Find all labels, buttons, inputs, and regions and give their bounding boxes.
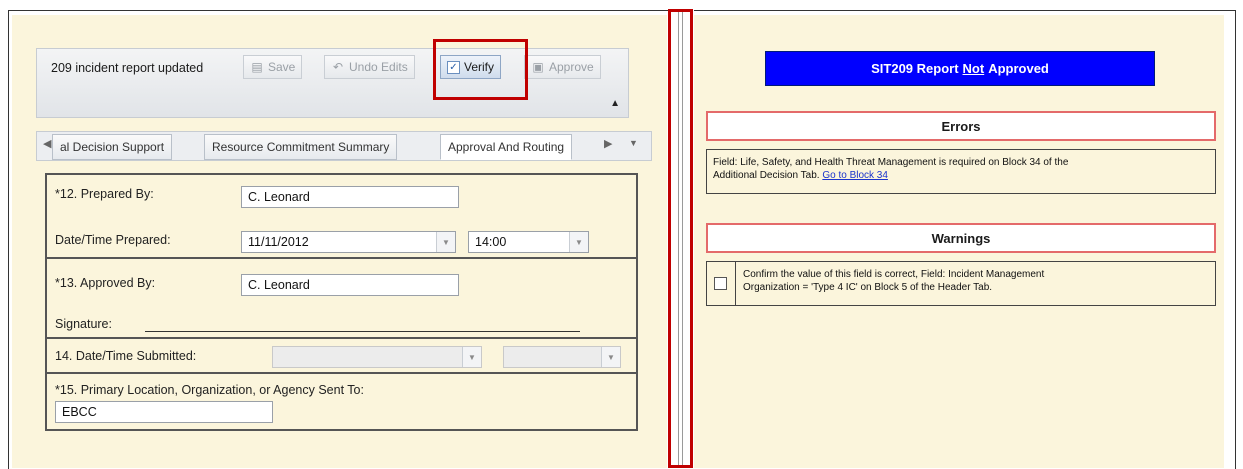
prepared-by-label: *12. Prepared By: (55, 187, 154, 201)
tab-scroll-left-icon[interactable]: ◀ (43, 137, 51, 150)
errors-header: Errors (706, 111, 1216, 141)
tab-list-dropdown-icon[interactable]: ▼ (629, 138, 638, 148)
splitter-highlight-box (668, 9, 693, 468)
time-prepared-value: 14:00 (475, 235, 507, 249)
confirm-warning-checkbox[interactable] (714, 277, 727, 290)
status-message: 209 incident report updated (51, 61, 204, 75)
error-line-2: Additional Decision Tab. Go to Block 34 (713, 169, 1209, 182)
warning-checkbox-cell (707, 262, 736, 305)
error-line-2-text: Additional Decision Tab. (713, 170, 820, 181)
row-divider (47, 372, 636, 374)
date-prepared-select[interactable]: 11/11/2012 ▼ (241, 231, 456, 253)
warning-line-1: Confirm the value of this field is corre… (743, 269, 1045, 280)
undo-label: Undo Edits (349, 60, 408, 74)
tab-approval-and-routing[interactable]: Approval And Routing (440, 134, 573, 160)
banner-text: SIT209 Report (871, 61, 959, 76)
warnings-header: Warnings (706, 223, 1216, 253)
time-submitted-dropdown-icon[interactable]: ▼ (601, 347, 620, 367)
error-message: Field: Life, Safety, and Health Threat M… (706, 149, 1216, 194)
tab-additional-decision-support[interactable]: al Decision Support (52, 134, 173, 160)
time-dropdown-icon[interactable]: ▼ (569, 232, 588, 252)
undo-icon: ↶ (332, 60, 344, 74)
warning-line-2: Organization = 'Type 4 IC' on Block 5 of… (743, 282, 993, 293)
warning-text: Confirm the value of this field is corre… (743, 268, 1044, 294)
time-prepared-select[interactable]: 14:00 ▼ (468, 231, 589, 253)
approved-by-label: *13. Approved By: (55, 276, 156, 290)
primary-location-label: *15. Primary Location, Organization, or … (55, 383, 364, 397)
approved-by-input[interactable]: C. Leonard (241, 274, 459, 296)
date-dropdown-icon[interactable]: ▼ (436, 232, 455, 252)
verify-highlight-box (433, 39, 528, 100)
date-submitted-select[interactable]: ▼ (272, 346, 482, 368)
save-label: Save (268, 60, 296, 74)
banner-not-text: Not (962, 61, 985, 76)
date-prepared-value: 11/11/2012 (248, 235, 309, 249)
banner-approved-text: Approved (988, 61, 1049, 76)
row-divider (47, 257, 636, 259)
row-divider (47, 337, 636, 339)
approve-icon: ▣ (532, 60, 544, 74)
save-icon: ▤ (251, 60, 263, 74)
approve-label: Approve (549, 60, 594, 74)
report-toolbar: 209 incident report updated ▤ Save ↶ Und… (36, 48, 629, 118)
go-to-block-link[interactable]: Go to Block 34 (822, 170, 888, 181)
date-submitted-label: 14. Date/Time Submitted: (55, 349, 197, 363)
signature-line (145, 331, 580, 332)
primary-location-input[interactable]: EBCC (55, 401, 273, 423)
report-status-banner: SIT209 Report Not Approved (765, 51, 1155, 86)
tab-resource-commitment-summary[interactable]: Resource Commitment Summary (204, 134, 398, 160)
tab-bar: ◀ al Decision Support Resource Commitmen… (36, 131, 652, 161)
signature-label: Signature: (55, 317, 112, 331)
error-line-1: Field: Life, Safety, and Health Threat M… (713, 157, 1069, 168)
tab-scroll-right-icon[interactable]: ▶ (604, 137, 612, 150)
date-submitted-dropdown-icon[interactable]: ▼ (462, 347, 481, 367)
save-button[interactable]: ▤ Save (243, 55, 303, 79)
approval-form: *12. Prepared By: C. Leonard Date/Time P… (45, 173, 638, 431)
time-submitted-select[interactable]: ▼ (503, 346, 621, 368)
approve-button[interactable]: ▣ Approve (524, 55, 601, 79)
prepared-by-input[interactable]: C. Leonard (241, 186, 459, 208)
collapse-icon[interactable]: ▲ (610, 98, 620, 109)
warning-message: Confirm the value of this field is corre… (706, 261, 1216, 306)
undo-edits-button[interactable]: ↶ Undo Edits (324, 55, 415, 79)
datetime-prepared-label: Date/Time Prepared: (55, 233, 171, 247)
